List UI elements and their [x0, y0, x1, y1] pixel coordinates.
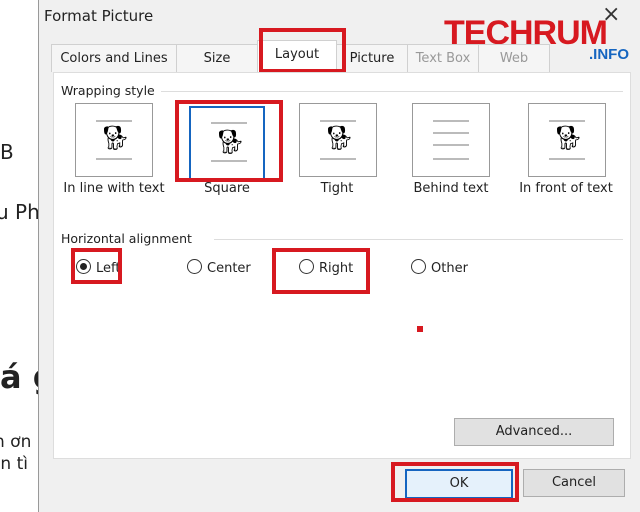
format-picture-dialog: Format Picture × TECHRUM .INFO Colors and…: [38, 0, 640, 512]
tab-picture[interactable]: Picture: [336, 44, 408, 72]
tab-size[interactable]: Size: [176, 44, 258, 72]
highlight-ok: [391, 462, 519, 502]
dog-icon: 🐕︎: [100, 124, 131, 152]
horizontal-alignment-label: Horizontal alignment: [61, 231, 192, 246]
wrap-label: In front of text: [519, 181, 613, 196]
tab-colors-and-lines[interactable]: Colors and Lines: [51, 44, 177, 72]
highlight-layout-tab: [259, 28, 346, 73]
wrap-tight-button[interactable]: 🐕︎: [299, 103, 377, 177]
dog-icon: 🐕︎: [553, 124, 584, 152]
cancel-button[interactable]: Cancel: [523, 469, 625, 497]
doc-text: B: [0, 140, 14, 164]
wrap-behind-text-button[interactable]: [412, 103, 490, 177]
highlight-right: [272, 248, 370, 294]
wrapping-style-label: Wrapping style: [61, 83, 155, 98]
highlight-square: [175, 100, 283, 182]
tab-web[interactable]: Web: [478, 44, 550, 72]
wrap-in-front-button[interactable]: 🐕︎: [528, 103, 606, 177]
background-document: B u Ph á g n ơn l ạn tì: [0, 0, 56, 512]
wrap-label: Behind text: [413, 181, 489, 196]
doc-text: ạn tì: [0, 454, 28, 474]
wrap-inline-button[interactable]: 🐕︎: [75, 103, 153, 177]
wrap-label: Square: [204, 181, 250, 196]
dog-icon: 🐕︎: [324, 124, 355, 152]
radio-other[interactable]: Other: [411, 259, 468, 276]
doc-text: n ơn l: [0, 432, 41, 452]
doc-text: u Ph: [0, 200, 40, 224]
advanced-button[interactable]: Advanced...: [454, 418, 614, 446]
tab-text-box[interactable]: Text Box: [407, 44, 479, 72]
wrap-label: In line with text: [63, 181, 165, 196]
highlight-left: [71, 248, 122, 284]
radio-center[interactable]: Center: [187, 259, 251, 276]
dialog-title: Format Picture: [44, 7, 154, 25]
wrap-label: Tight: [320, 181, 354, 196]
